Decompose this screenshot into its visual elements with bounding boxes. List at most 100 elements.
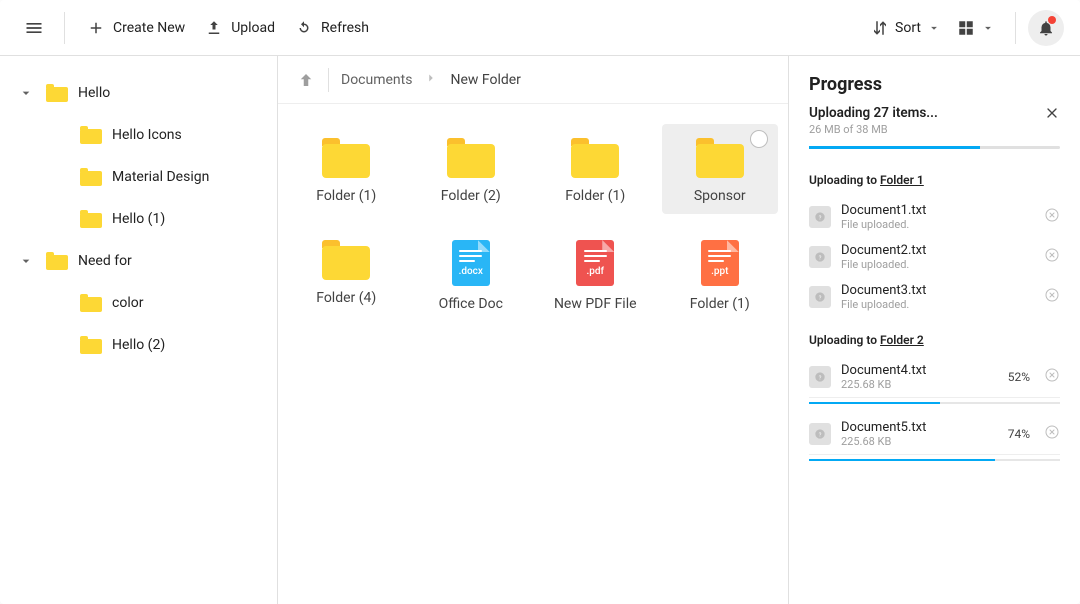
sidebar-item-label: Hello [78, 85, 110, 101]
progress-summary: Uploading 27 items... [809, 105, 938, 121]
folder-icon [80, 168, 102, 186]
file-tile[interactable]: Folder (4) [288, 226, 405, 322]
file-tile-label: Folder (1) [690, 296, 750, 312]
menu-icon [24, 18, 44, 38]
close-progress-button[interactable] [1044, 105, 1060, 125]
menu-button[interactable] [16, 10, 52, 46]
svg-text:?: ? [819, 255, 822, 261]
file-tile[interactable]: Folder (1) [537, 124, 654, 214]
folder-icon [80, 210, 102, 228]
sort-icon [871, 19, 889, 37]
breadcrumb-bar: Documents New Folder [278, 56, 788, 104]
upload-file-percent: 52% [1008, 370, 1030, 384]
sidebar-item[interactable]: Hello [8, 72, 269, 114]
upload-group: Uploading to Folder 2?Document4.txt225.6… [809, 333, 1060, 471]
upload-file-name: Document3.txt [841, 283, 1034, 298]
body: Hello Hello Icons Material Design Hello (1)… [0, 56, 1080, 604]
breadcrumb-item[interactable]: Documents [341, 72, 412, 88]
sidebar-item[interactable]: Need for [8, 240, 269, 282]
file-tile[interactable]: .pdf New PDF File [537, 226, 654, 322]
folder-icon [322, 240, 370, 280]
upload-button[interactable]: Upload [195, 11, 285, 45]
sidebar-item[interactable]: color [8, 282, 269, 324]
file-tile-label: New PDF File [554, 296, 637, 312]
refresh-button[interactable]: Refresh [285, 11, 379, 45]
file-tile-label: Office Doc [439, 296, 503, 312]
chevron-right-icon [424, 71, 438, 89]
file-tile-label: Folder (1) [565, 188, 625, 204]
overall-progress-bar [809, 146, 1060, 149]
upload-file-name: Document5.txt [841, 420, 998, 435]
upload-icon [205, 19, 223, 37]
folder-icon [447, 138, 495, 178]
sidebar-item[interactable]: Hello (2) [8, 324, 269, 366]
folder-icon [46, 252, 68, 270]
grid-view-icon [957, 19, 975, 37]
file-tile-label: Folder (2) [441, 188, 501, 204]
sidebar-item-label: Need for [78, 253, 132, 269]
sidebar: Hello Hello Icons Material Design Hello (1)… [0, 56, 278, 604]
chevron-down-icon [16, 85, 36, 101]
sidebar-item-label: Hello (2) [112, 337, 165, 353]
refresh-label: Refresh [321, 20, 369, 36]
sidebar-item-label: Material Design [112, 169, 209, 185]
file-tile[interactable]: Sponsor [662, 124, 779, 214]
sidebar-item[interactable]: Hello Icons [8, 114, 269, 156]
upload-group-title: Uploading to Folder 1 [809, 173, 1060, 187]
file-tile[interactable]: .docx Office Doc [413, 226, 530, 322]
chevron-down-icon [16, 253, 36, 269]
selection-indicator[interactable] [750, 130, 768, 148]
file-thumb-icon: ? [809, 366, 831, 388]
content-area: Documents New Folder Folder (1) Folder (2… [278, 56, 788, 604]
svg-text:?: ? [819, 432, 822, 438]
notifications-button[interactable] [1028, 10, 1064, 46]
chevron-down-icon [981, 21, 995, 35]
upload-label: Upload [231, 20, 275, 36]
folder-icon [80, 294, 102, 312]
progress-summary-sub: 26 MB of 38 MB [809, 123, 938, 136]
breadcrumb-item[interactable]: New Folder [450, 72, 520, 88]
divider [328, 68, 329, 92]
folder-icon [80, 336, 102, 354]
pdf-file-icon: .pdf [576, 240, 614, 286]
create-new-label: Create New [113, 20, 185, 36]
sidebar-item[interactable]: Hello (1) [8, 198, 269, 240]
ppt-file-icon: .ppt [701, 240, 739, 286]
upload-file-percent: 74% [1008, 427, 1030, 441]
upload-group: Uploading to Folder 1? Document1.txt File … [809, 173, 1060, 317]
sort-button[interactable]: Sort [863, 13, 949, 43]
file-tile[interactable]: Folder (1) [288, 124, 405, 214]
svg-text:?: ? [819, 215, 822, 221]
file-thumb-icon: ? [809, 206, 831, 228]
file-tile-label: Folder (4) [316, 290, 376, 306]
view-switch-button[interactable] [949, 13, 1003, 43]
sidebar-item-label: color [112, 295, 143, 311]
upload-target-link[interactable]: Folder 1 [880, 173, 924, 187]
plus-icon [87, 19, 105, 37]
folder-icon [322, 138, 370, 178]
svg-text:?: ? [819, 375, 822, 381]
upload-target-link[interactable]: Folder 2 [880, 333, 924, 347]
folder-icon [696, 138, 744, 178]
docx-file-icon: .docx [452, 240, 490, 286]
progress-summary-row: Uploading 27 items... 26 MB of 38 MB [809, 105, 1060, 136]
arrow-up-icon [297, 71, 315, 89]
chevron-down-icon [927, 21, 941, 35]
cancel-upload-button[interactable] [1044, 424, 1060, 444]
file-tile[interactable]: .ppt Folder (1) [662, 226, 779, 322]
upload-file-sub: File uploaded. [841, 258, 1034, 271]
upload-file-name: Document1.txt [841, 203, 1034, 218]
sidebar-item[interactable]: Material Design [8, 156, 269, 198]
folder-icon [46, 84, 68, 102]
file-tile[interactable]: Folder (2) [413, 124, 530, 214]
create-new-button[interactable]: Create New [77, 11, 195, 45]
svg-text:?: ? [819, 295, 822, 301]
upload-file-name: Document2.txt [841, 243, 1034, 258]
upload-file-name: Document4.txt [841, 363, 998, 378]
cancel-upload-button[interactable] [1044, 367, 1060, 387]
cancel-upload-button[interactable] [1044, 287, 1060, 307]
nav-up-button[interactable] [296, 70, 316, 90]
cancel-upload-button[interactable] [1044, 247, 1060, 267]
cancel-upload-button[interactable] [1044, 207, 1060, 227]
upload-file-progress-bar [809, 459, 1060, 461]
